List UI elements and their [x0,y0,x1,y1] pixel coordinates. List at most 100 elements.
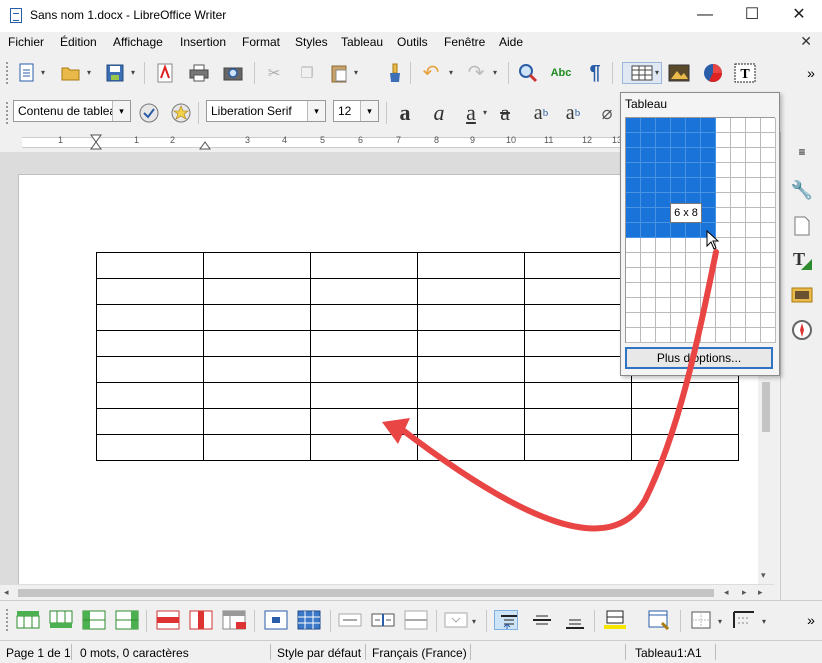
table-size-grid-cell[interactable] [761,178,776,193]
save-dropdown-icon[interactable]: ▾ [131,68,135,77]
spelling-icon[interactable]: Abc [550,62,572,84]
table-size-grid-cell[interactable] [656,268,671,283]
new-dropdown-icon[interactable]: ▾ [41,68,45,77]
table-size-grid-cell[interactable] [716,133,731,148]
table-size-grid-cell[interactable] [731,148,746,163]
table-size-grid-cell[interactable] [641,268,656,283]
table-size-grid-cell[interactable] [641,238,656,253]
table-size-grid-cell[interactable] [641,328,656,343]
table-size-grid-cell[interactable] [641,193,656,208]
new-document-icon[interactable] [16,62,38,84]
table-size-grid-cell[interactable] [686,283,701,298]
table-size-grid-cell[interactable] [716,298,731,313]
table-cell[interactable] [96,278,204,305]
table-size-grid-cell[interactable] [656,313,671,328]
table-size-grid-cell[interactable] [686,298,701,313]
update-style-icon[interactable] [138,102,160,124]
table-cell[interactable] [524,434,632,461]
table-size-grid-cell[interactable] [746,313,761,328]
clone-formatting-icon[interactable] [384,62,406,84]
table-size-grid-cell[interactable] [761,313,776,328]
table-size-grid-cell[interactable] [746,163,761,178]
table-size-grid-cell[interactable] [671,238,686,253]
table-size-grid-cell[interactable] [761,268,776,283]
table-size-grid-cell[interactable] [686,118,701,133]
table-cell[interactable] [310,304,418,331]
merge-cells-icon[interactable] [338,610,362,630]
more-options-button[interactable]: Plus d'options... [625,347,773,369]
table-size-grid-cell[interactable] [731,313,746,328]
table-size-grid-cell[interactable] [716,268,731,283]
table-cell[interactable] [203,252,311,279]
table-cell[interactable] [96,408,204,435]
table-size-grid-cell[interactable] [746,178,761,193]
border-style-icon[interactable] [732,610,756,630]
table-size-grid-cell[interactable] [716,193,731,208]
border-style-dropdown-icon[interactable]: ▾ [762,617,766,626]
table-size-grid-cell[interactable] [626,268,641,283]
table-size-grid-cell[interactable] [731,118,746,133]
table-cell[interactable] [203,304,311,331]
toolbar-grip-3[interactable] [6,609,10,631]
align-top-icon[interactable] [494,610,518,630]
table-size-grid-cell[interactable] [731,283,746,298]
table-cell[interactable] [524,382,632,409]
table-toolbar-overflow-icon[interactable]: » [800,609,822,631]
menu-tableau[interactable]: Tableau [341,35,383,49]
table-size-grid-cell[interactable] [761,328,776,343]
table-size-grid-cell[interactable] [626,328,641,343]
table-size-grid-cell[interactable] [626,223,641,238]
scroll-last-icon[interactable]: ▸ [758,587,763,598]
menu-fichier[interactable]: Fichier [8,35,44,49]
table-size-grid-cell[interactable] [731,298,746,313]
table-size-grid-cell[interactable] [641,313,656,328]
table-size-grid-cell[interactable] [716,253,731,268]
table-cell[interactable] [310,382,418,409]
table-size-grid-cell[interactable] [746,193,761,208]
table-size-grid-cell[interactable] [701,253,716,268]
table-size-grid-cell[interactable] [626,193,641,208]
table-size-grid-cell[interactable] [716,118,731,133]
scroll-right-arrow-icon[interactable]: ▸ [742,587,747,598]
italic-icon[interactable]: a [428,102,450,124]
borders-dropdown-icon[interactable]: ▾ [718,617,722,626]
new-style-icon[interactable] [170,102,192,124]
table-cell[interactable] [417,330,525,357]
table-size-grid-cell[interactable] [761,118,776,133]
table-cell[interactable] [417,278,525,305]
paragraph-style-combo[interactable]: Contenu de tableau ▾ [13,100,131,122]
toolbar-overflow-icon[interactable]: » [800,62,822,84]
table-size-grid-cell[interactable] [656,283,671,298]
print-icon[interactable] [188,62,210,84]
table-size-grid-cell[interactable] [701,148,716,163]
table-size-grid-cell[interactable] [626,283,641,298]
table-size-grid-cell[interactable] [761,208,776,223]
bold-icon[interactable]: a [394,102,416,124]
table-cell[interactable] [96,382,204,409]
table-size-grid-cell[interactable] [716,208,731,223]
split-table-icon[interactable] [404,610,428,630]
save-icon[interactable] [104,62,126,84]
print-preview-icon[interactable] [222,62,244,84]
table-size-grid-cell[interactable] [686,163,701,178]
table-cell[interactable] [524,408,632,435]
table-size-grid-cell[interactable] [701,163,716,178]
find-replace-icon[interactable] [517,62,539,84]
align-center-vertical-icon[interactable] [530,610,554,630]
table-size-grid-cell[interactable] [626,178,641,193]
table-size-grid-cell[interactable] [761,298,776,313]
toolbar-grip[interactable] [6,62,10,84]
close-window-button[interactable]: ✕ [784,4,814,26]
align-bottom-icon[interactable] [563,610,587,630]
open-folder-icon[interactable] [60,62,82,84]
formatting-marks-icon[interactable]: ¶ [584,62,606,84]
properties-wrench-icon[interactable]: 🔧 [790,178,814,202]
sidebar-menu-icon[interactable]: ≡ [790,140,814,164]
menu-edition[interactable]: Édition [60,35,97,49]
table-cell[interactable] [310,356,418,383]
table-size-grid-cell[interactable] [656,193,671,208]
table-cell[interactable] [310,278,418,305]
close-document-button[interactable]: ✕ [800,33,812,50]
table-size-grid-cell[interactable] [731,133,746,148]
table-size-grid-cell[interactable] [701,178,716,193]
